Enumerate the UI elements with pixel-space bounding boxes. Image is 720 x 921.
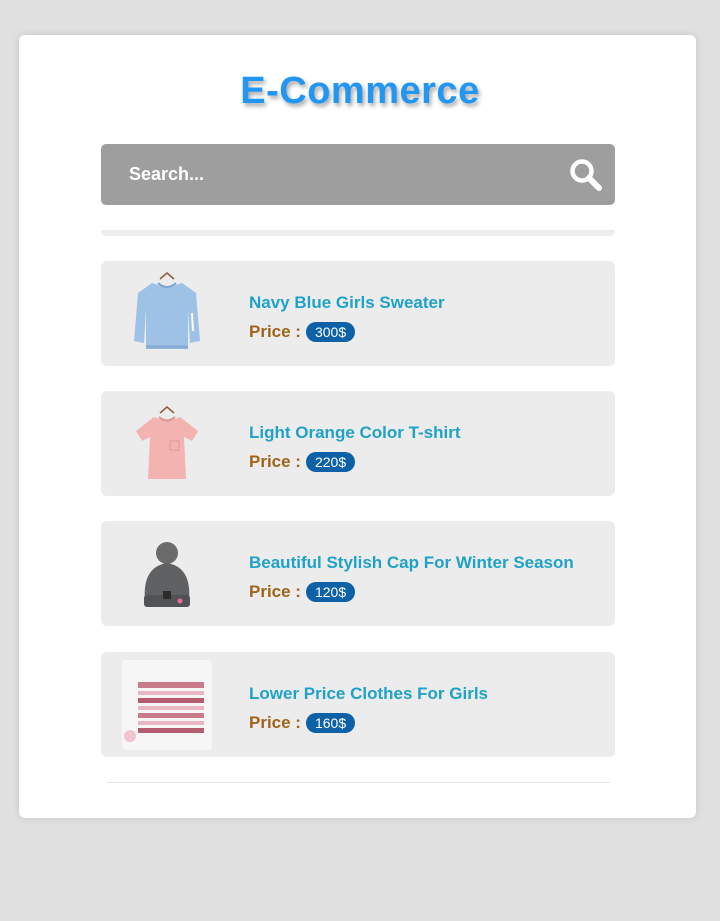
price-row: Price : 120$ <box>249 582 356 602</box>
product-card[interactable]: Light Orange Color T-shirt Price : 220$ <box>101 391 615 496</box>
product-card[interactable]: Navy Blue Girls Sweater Price : 300$ <box>101 261 615 366</box>
list-top-edge <box>101 230 615 236</box>
product-name: Lower Price Clothes For Girls <box>249 684 489 703</box>
price-label: Price : <box>249 713 301 732</box>
price-label: Price : <box>249 582 301 601</box>
product-name: Navy Blue Girls Sweater <box>249 293 445 312</box>
striped-top-image <box>122 660 212 750</box>
search-icon[interactable] <box>569 158 603 192</box>
price-label: Price : <box>249 322 301 341</box>
price-row: Price : 220$ <box>249 452 356 472</box>
search-input[interactable] <box>129 144 549 205</box>
product-card[interactable]: Beautiful Stylish Cap For Winter Season … <box>101 521 615 626</box>
page-title: E-Commerce <box>240 70 480 112</box>
price-row: Price : 300$ <box>249 322 356 342</box>
search-bar <box>101 144 615 205</box>
price-badge: 220$ <box>305 452 356 472</box>
cap-image <box>144 542 190 607</box>
price-badge: 160$ <box>305 713 356 733</box>
product-card[interactable]: Lower Price Clothes For Girls Price : 16… <box>101 652 615 757</box>
sweater-image <box>134 272 200 349</box>
product-name: Light Orange Color T-shirt <box>249 423 461 442</box>
price-badge: 300$ <box>305 322 356 342</box>
product-name: Beautiful Stylish Cap For Winter Season <box>249 553 574 572</box>
tshirt-image <box>136 406 198 479</box>
price-row: Price : 160$ <box>249 713 356 733</box>
price-badge: 120$ <box>305 582 356 602</box>
price-label: Price : <box>249 452 301 471</box>
list-divider <box>107 782 610 783</box>
